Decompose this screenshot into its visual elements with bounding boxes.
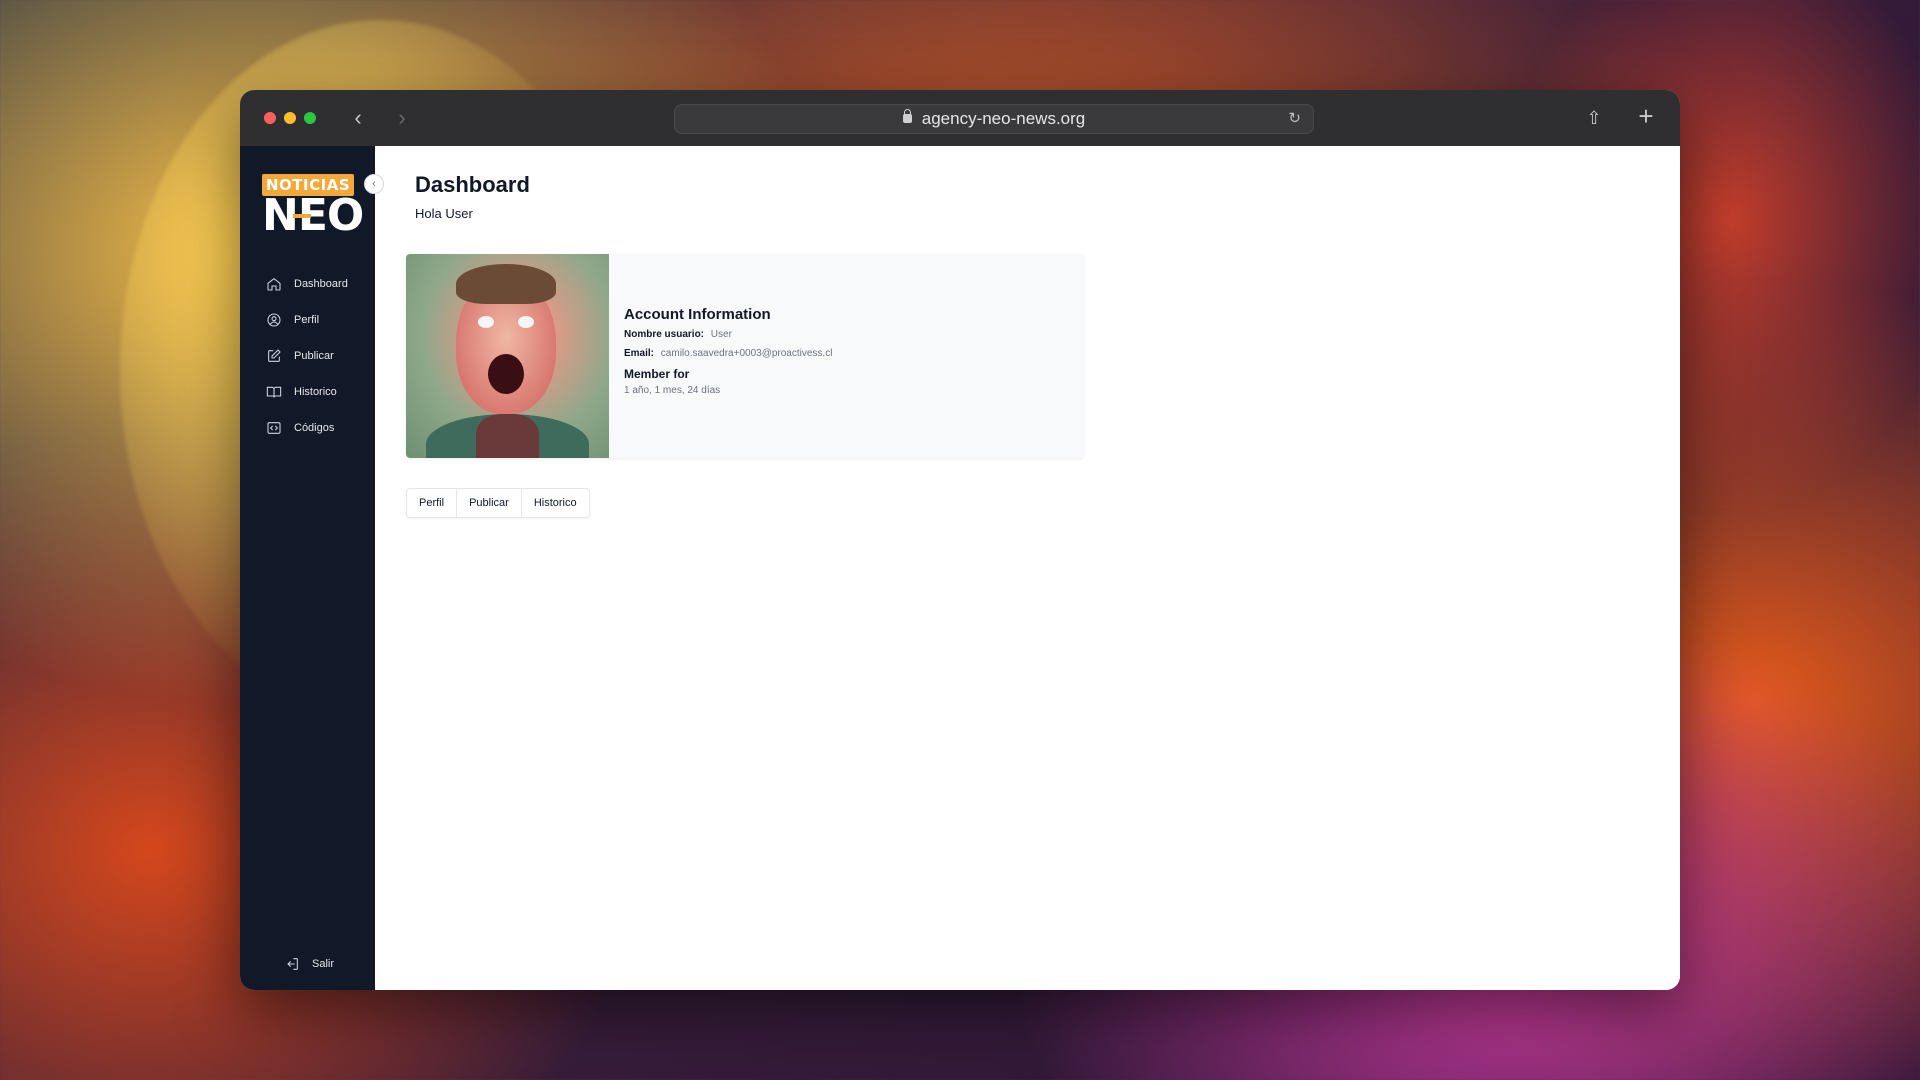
account-card: Account Information Nombre usuario: User… (406, 254, 1084, 458)
tab-perfil[interactable]: Perfil (407, 489, 458, 517)
logout-icon (284, 956, 300, 972)
address-bar[interactable]: agency-neo-news.org ↻ (674, 104, 1314, 134)
sidebar-item-label: Perfil (294, 314, 320, 326)
app-container: NOTICIAS NEO ‹ Dashboard Perfil Publicar… (240, 146, 1680, 990)
avatar-eye (478, 316, 494, 328)
edit-icon (266, 348, 282, 364)
sidebar-item-dashboard[interactable]: Dashboard (240, 266, 375, 302)
sidebar-item-label: Códigos (294, 422, 335, 434)
sidebar-item-codigos[interactable]: Códigos (240, 410, 375, 446)
main-content: Dashboard Hola User Account Information … (375, 146, 1680, 990)
email-value: camilo.saavedra+0003@proactivess.cl (660, 348, 833, 359)
plus-icon[interactable]: + (1632, 102, 1660, 130)
share-icon[interactable]: ⇧ (1580, 104, 1608, 132)
logo[interactable]: NOTICIAS NEO (262, 174, 364, 238)
sidebar-item-label: Dashboard (294, 278, 348, 290)
avatar-tee (476, 414, 539, 458)
logo-main-label: NEO (262, 190, 364, 241)
logo-accent-bar (293, 214, 311, 218)
maximize-window-button[interactable] (304, 112, 316, 124)
browser-toolbar: ‹ › agency-neo-news.org ↻ ⇧ + (240, 90, 1680, 146)
chevron-right-icon[interactable]: › (388, 104, 416, 132)
member-for-label: Member for (624, 367, 690, 381)
sidebar: NOTICIAS NEO ‹ Dashboard Perfil Publicar… (240, 146, 384, 990)
quick-links: Perfil Publicar Historico (406, 488, 590, 518)
tab-historico[interactable]: Historico (522, 489, 589, 517)
minimize-window-button[interactable] (284, 112, 296, 124)
collapse-sidebar-button[interactable]: ‹ (364, 174, 384, 194)
sidebar-item-label: Publicar (294, 350, 334, 362)
user-circle-icon (266, 312, 282, 328)
sidebar-item-label: Historico (294, 386, 337, 398)
email-row: Email: camilo.saavedra+0003@proactivess.… (624, 348, 832, 359)
greeting-text: Hola User (415, 206, 473, 221)
avatar-eye (518, 316, 534, 328)
sidebar-item-publicar[interactable]: Publicar (240, 338, 375, 374)
lock-icon (902, 109, 912, 123)
username-row: Nombre usuario: User (624, 329, 832, 340)
avatar-hair (456, 264, 556, 304)
reload-icon[interactable]: ↻ (1288, 105, 1301, 133)
account-info: Account Information Nombre usuario: User… (609, 254, 832, 458)
home-icon (266, 276, 282, 292)
sidebar-item-perfil[interactable]: Perfil (240, 302, 375, 338)
account-info-heading: Account Information (624, 306, 771, 323)
code-icon (266, 420, 282, 436)
url-text: agency-neo-news.org (921, 109, 1086, 128)
logout-button[interactable]: Salir (284, 956, 334, 972)
tab-publicar[interactable]: Publicar (457, 489, 522, 517)
sidebar-nav: Dashboard Perfil Publicar Historico Códi… (240, 266, 375, 446)
chevron-left-icon[interactable]: ‹ (344, 104, 372, 132)
member-for-value: 1 año, 1 mes, 24 días (624, 385, 721, 396)
page-title: Dashboard (415, 172, 530, 197)
avatar (406, 254, 609, 458)
username-value: User (710, 329, 732, 340)
avatar-mouth (488, 354, 524, 394)
username-label: Nombre usuario: (624, 329, 705, 340)
book-icon (266, 384, 282, 400)
logout-label: Salir (312, 958, 335, 970)
browser-window: ‹ › agency-neo-news.org ↻ ⇧ + NOTICIAS N… (240, 90, 1680, 990)
email-label: Email: (624, 348, 655, 359)
sidebar-item-historico[interactable]: Historico (240, 374, 375, 410)
close-window-button[interactable] (264, 112, 276, 124)
logo-main-text: NEO (262, 194, 364, 238)
